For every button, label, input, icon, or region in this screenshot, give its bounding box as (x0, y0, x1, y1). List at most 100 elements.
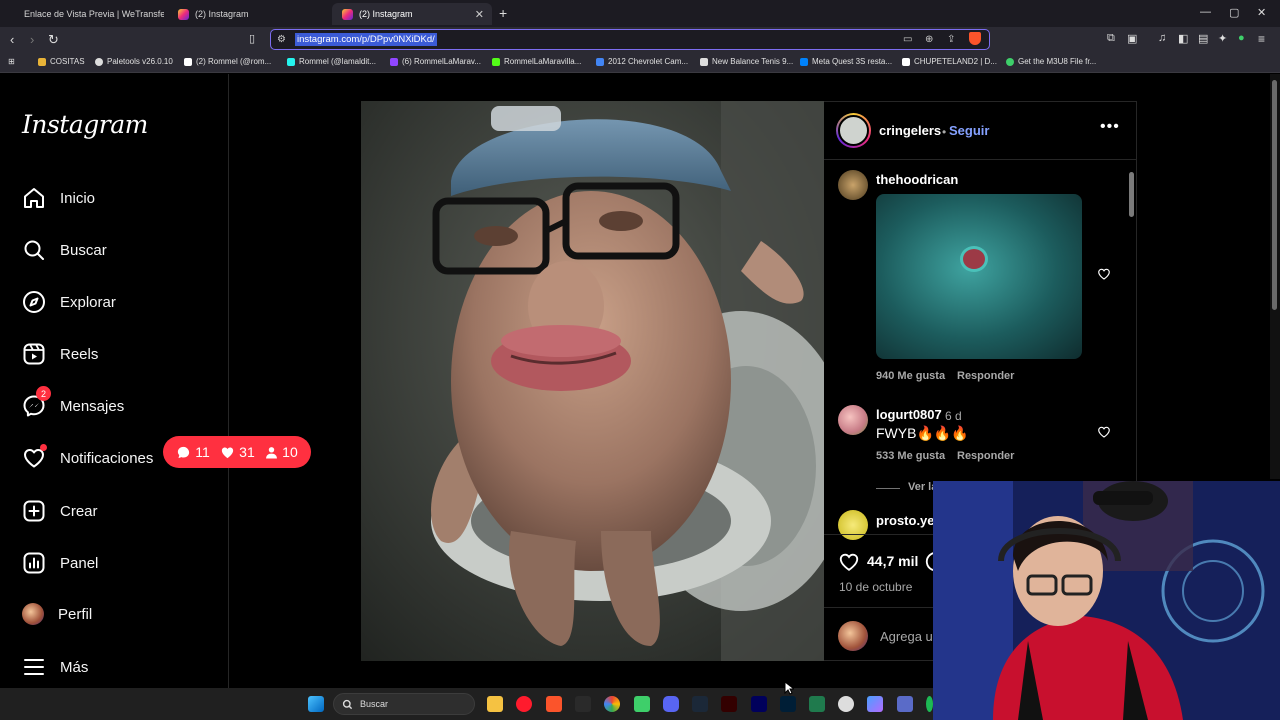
leo-icon[interactable]: ✦ (1218, 32, 1227, 45)
url-bar[interactable]: ⚙ instagram.com/p/DPpv0NXiDKd/ ▭ ⊕ ⇪ (270, 29, 990, 50)
app-icon[interactable] (809, 696, 825, 712)
chart-icon (23, 552, 45, 574)
sidebar-item-explorar[interactable]: Explorar (22, 290, 116, 314)
bookmark-item[interactable]: CHUPETELAND2 | D... (902, 57, 997, 66)
author-avatar[interactable] (836, 113, 871, 148)
taskbar-search[interactable]: Buscar (333, 693, 475, 715)
brave-icon[interactable] (546, 696, 562, 712)
app-icon[interactable] (575, 696, 591, 712)
bookmark-item[interactable]: (6) RommelLaMarav... (390, 57, 481, 66)
share-icon[interactable]: ⇪ (947, 34, 955, 45)
opera-icon[interactable] (516, 696, 532, 712)
comment-likes[interactable]: 940 Me gusta (876, 370, 945, 382)
app-icon[interactable] (634, 696, 650, 712)
add-comment-input[interactable]: Agrega u (880, 629, 933, 644)
page-scroll-thumb[interactable] (1272, 80, 1277, 310)
bookmark-item[interactable]: COSITAS (38, 57, 85, 66)
apps-icon[interactable]: ⊞ (8, 57, 15, 66)
file-explorer-icon[interactable] (487, 696, 503, 712)
bookmark-item[interactable]: 2012 Chevrolet Cam... (596, 57, 688, 66)
bookmark-item[interactable]: (2) Rommel (@rom... (184, 57, 271, 66)
sidebar-item-inicio[interactable]: Inicio (22, 186, 95, 210)
comment-likes[interactable]: 533 Me gusta (876, 450, 945, 462)
reply-button[interactable]: Responder (957, 450, 1014, 462)
sidebar-item-crear[interactable]: Crear (22, 499, 98, 523)
vpn-icon[interactable]: ● (1238, 32, 1245, 44)
sidebar-item-label: Perfil (58, 605, 93, 623)
like-icon[interactable] (838, 551, 860, 573)
zoom-icon[interactable]: ⊕ (925, 34, 933, 45)
sidebar-toggle-icon[interactable]: ◧ (1178, 32, 1188, 45)
bookmark-item[interactable]: Meta Quest 3S resta... (800, 57, 892, 66)
more-options-icon[interactable]: ••• (1100, 118, 1120, 136)
sidebar-item-perfil[interactable]: Perfil (22, 603, 92, 625)
author-username[interactable]: cringelers (879, 123, 941, 138)
comment-username[interactable]: prosto.yev (876, 513, 942, 528)
sidebar-item-panel[interactable]: Panel (22, 551, 98, 575)
x-icon (184, 57, 192, 66)
url-text[interactable]: instagram.com/p/DPpv0NXiDKd/ (295, 33, 437, 46)
comment-bubble-icon (178, 446, 190, 458)
bookmark-item[interactable]: New Balance Tenis 9... (700, 57, 793, 66)
discord-icon[interactable] (663, 696, 679, 712)
new-tab-icon[interactable]: + (499, 5, 507, 21)
bookmark-item[interactable]: Paletools v26.0.10 (95, 57, 173, 66)
app-icon[interactable] (897, 696, 913, 712)
close-tab-icon[interactable]: ✕ (475, 8, 484, 21)
comments-scroll-thumb[interactable] (1129, 172, 1134, 217)
wallet2-icon[interactable]: ▤ (1198, 32, 1208, 45)
steam-icon[interactable] (692, 696, 708, 712)
brave-shield-icon[interactable] (969, 32, 981, 45)
menu-icon[interactable]: ≡ (1258, 32, 1265, 46)
tab-wetransfer[interactable]: Enlace de Vista Previa | WeTransfer (14, 3, 164, 25)
comment-gif[interactable] (876, 194, 1082, 359)
maximize-icon[interactable]: ▢ (1229, 6, 1239, 19)
follow-button[interactable]: Seguir (949, 123, 989, 138)
extensions-icon[interactable]: ⧉ (1107, 32, 1115, 45)
likes-count[interactable]: 44,7 mil (867, 553, 918, 569)
wallet-icon[interactable]: ▣ (1127, 32, 1137, 45)
sidebar-item-reels[interactable]: Reels (22, 342, 98, 366)
comment-like-icon[interactable] (1097, 425, 1111, 439)
forward-icon[interactable]: › (30, 32, 34, 47)
chrome-icon[interactable] (604, 696, 620, 712)
reload-icon[interactable]: ↻ (48, 32, 59, 48)
site-info-icon[interactable]: ⚙ (277, 34, 286, 45)
reply-button[interactable]: Responder (957, 370, 1014, 382)
comment-avatar[interactable] (838, 170, 868, 200)
spotify-icon[interactable] (926, 696, 933, 712)
bookmark-item[interactable]: Get the M3U8 File fr... (1006, 57, 1096, 66)
chupeteland-icon (902, 57, 910, 66)
instagram-favicon-icon (342, 8, 353, 20)
bookmark-icon[interactable]: ▯ (249, 32, 255, 45)
instagram-logo[interactable]: Instagram (22, 110, 148, 139)
app-icon[interactable] (838, 696, 854, 712)
paletools-icon (95, 57, 103, 66)
sidebar-item-buscar[interactable]: Buscar (22, 238, 107, 262)
sidebar-item-notificaciones[interactable]: Notificaciones (22, 444, 153, 470)
cast-icon[interactable]: ▭ (903, 34, 912, 45)
premiere-icon[interactable] (751, 696, 767, 712)
comment-username[interactable]: thehoodrican (876, 172, 958, 187)
photoshop-icon[interactable] (780, 696, 796, 712)
sidebar-item-mensajes[interactable]: 2 Mensajes (22, 386, 124, 418)
tab-instagram[interactable]: (2) Instagram (168, 3, 328, 25)
window-close-icon[interactable]: ✕ (1257, 6, 1266, 19)
bookmark-item[interactable]: Rommel (@lamaldit... (287, 57, 376, 66)
comment-username[interactable]: logurt0807 (876, 407, 942, 422)
comment-like-icon[interactable] (1097, 267, 1111, 281)
back-icon[interactable]: ‹ (10, 32, 14, 47)
music-icon[interactable]: ♫ (1158, 32, 1166, 44)
illustrator-icon[interactable] (721, 696, 737, 712)
tab-instagram-active[interactable]: (2) Instagram ✕ (332, 3, 492, 25)
notifications-pill[interactable]: 11 31 10 (163, 436, 311, 468)
comment-avatar[interactable] (838, 405, 868, 435)
notification-dot (40, 444, 47, 451)
minimize-icon[interactable]: — (1200, 6, 1211, 18)
sidebar-item-mas[interactable]: Más (22, 655, 88, 679)
copilot-icon[interactable] (867, 696, 883, 712)
post-image[interactable] (361, 101, 824, 661)
followers-count: 10 (265, 444, 298, 460)
windows-start-icon[interactable] (308, 696, 324, 712)
bookmark-item[interactable]: RommelLaMaravilla... (492, 57, 581, 66)
